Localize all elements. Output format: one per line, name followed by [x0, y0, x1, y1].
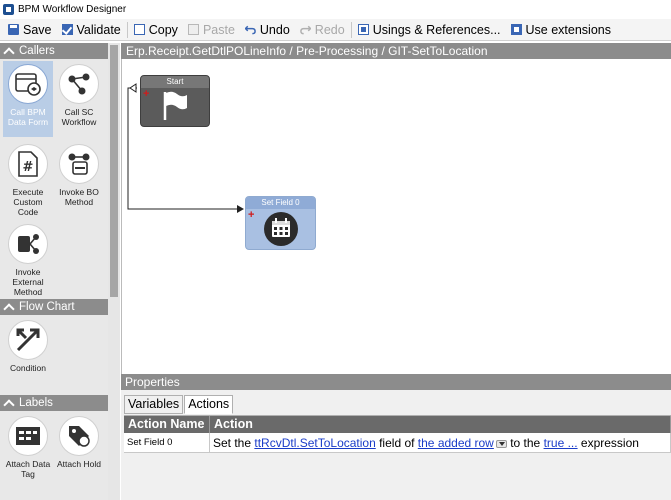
copy-icon [133, 24, 145, 35]
palette-scrollbar[interactable] [108, 43, 120, 500]
redo-button[interactable]: Redo [299, 23, 345, 37]
expression-link[interactable]: true ... [544, 436, 578, 450]
copy-button[interactable]: Copy [133, 23, 178, 37]
window-title: BPM Workflow Designer [18, 3, 127, 15]
callers-section: Call BPM Data Form Call SC Workflow # Ex… [0, 59, 108, 299]
references-icon [357, 24, 369, 35]
section-header-callers[interactable]: Callers [0, 43, 108, 59]
save-button[interactable]: Save [8, 23, 52, 37]
column-header-action-name[interactable]: Action Name [124, 416, 210, 433]
window-titlebar: BPM Workflow Designer [0, 0, 671, 18]
save-icon [8, 24, 19, 35]
bo-method-icon [68, 153, 90, 175]
tool-condition[interactable]: Condition [3, 317, 53, 373]
action-name-cell: Set Field 0 [124, 433, 210, 452]
properties-panel: Variables Actions Action Name Action Set… [121, 390, 671, 500]
hold-icon [69, 426, 90, 447]
tool-call-sc-workflow[interactable]: Call SC Workflow [54, 61, 104, 127]
properties-header: Properties [121, 374, 671, 390]
actions-grid: Action Name Action Set Field 0 Set the t… [124, 415, 671, 453]
chevron-up-icon [3, 46, 15, 59]
custom-code-icon: # [18, 151, 38, 177]
tool-attach-data-tag[interactable]: Attach Data Tag [3, 413, 53, 479]
section-header-labels[interactable]: Labels [0, 395, 108, 411]
tool-invoke-bo-method[interactable]: Invoke BO Method [54, 141, 104, 207]
tool-execute-custom-code[interactable]: # Execute Custom Code [3, 141, 53, 217]
checkmark-icon [61, 24, 73, 35]
workflow-icon [68, 73, 90, 95]
toolbar: Save Validate Copy Paste Undo Redo Using… [0, 19, 671, 41]
condition-icon [16, 328, 40, 352]
tab-actions[interactable]: Actions [184, 395, 234, 414]
undo-icon [244, 25, 256, 35]
use-extensions-button[interactable]: Use extensions [510, 23, 611, 37]
tool-attach-hold[interactable]: Attach Hold [54, 413, 104, 469]
column-header-action[interactable]: Action [210, 416, 671, 433]
start-node[interactable]: Start + [140, 75, 210, 127]
chevron-down-icon[interactable] [495, 439, 507, 448]
node-title: Set Field 0 [246, 197, 315, 209]
chevron-up-icon [3, 398, 15, 411]
chevron-up-icon [3, 302, 15, 315]
toolbar-separator [350, 21, 352, 38]
toolbar-separator [126, 21, 128, 38]
table-row[interactable]: Set Field 0 Set the ttRcvDtl.SetToLocati… [124, 433, 671, 453]
workflow-canvas[interactable]: Start + Set Field 0 + [121, 59, 671, 374]
external-method-icon [18, 234, 39, 254]
paste-button[interactable]: Paste [187, 23, 235, 37]
set-field-node[interactable]: Set Field 0 + [245, 196, 316, 250]
extensions-icon [510, 24, 522, 35]
activity-palette: Callers Call BPM Data Form Call SC Workf… [0, 43, 108, 500]
properties-tabs: Variables Actions [124, 395, 234, 414]
row-link[interactable]: the added row [418, 436, 494, 450]
section-header-flow-chart[interactable]: Flow Chart [0, 299, 108, 315]
scrollbar-thumb[interactable] [110, 45, 118, 297]
svg-text:#: # [23, 160, 34, 175]
validate-button[interactable]: Validate [61, 23, 121, 37]
app-icon [3, 3, 14, 15]
tab-variables[interactable]: Variables [124, 395, 184, 414]
data-tag-icon [16, 427, 40, 445]
data-form-icon [15, 73, 41, 96]
node-title: Start [141, 76, 209, 88]
paste-icon [187, 24, 199, 35]
field-link[interactable]: ttRcvDtl.SetToLocation [254, 436, 375, 450]
workflow-breadcrumb: Erp.Receipt.GetDtlPOLineInfo / Pre-Proce… [121, 43, 671, 59]
usings-references-button[interactable]: Usings & References... [357, 23, 501, 37]
tool-call-bpm-data-form[interactable]: Call BPM Data Form [3, 61, 53, 137]
action-description-cell: Set the ttRcvDtl.SetToLocation field of … [210, 433, 671, 452]
labels-section: Attach Data Tag Attach Hold [0, 411, 108, 500]
flow-chart-section: Condition [0, 315, 108, 395]
undo-button[interactable]: Undo [244, 23, 290, 37]
calendar-icon [263, 212, 298, 246]
redo-icon [299, 25, 311, 35]
flag-icon [163, 91, 187, 120]
grid-header: Action Name Action [124, 416, 671, 433]
tool-invoke-external-method[interactable]: Invoke External Method [3, 221, 53, 297]
